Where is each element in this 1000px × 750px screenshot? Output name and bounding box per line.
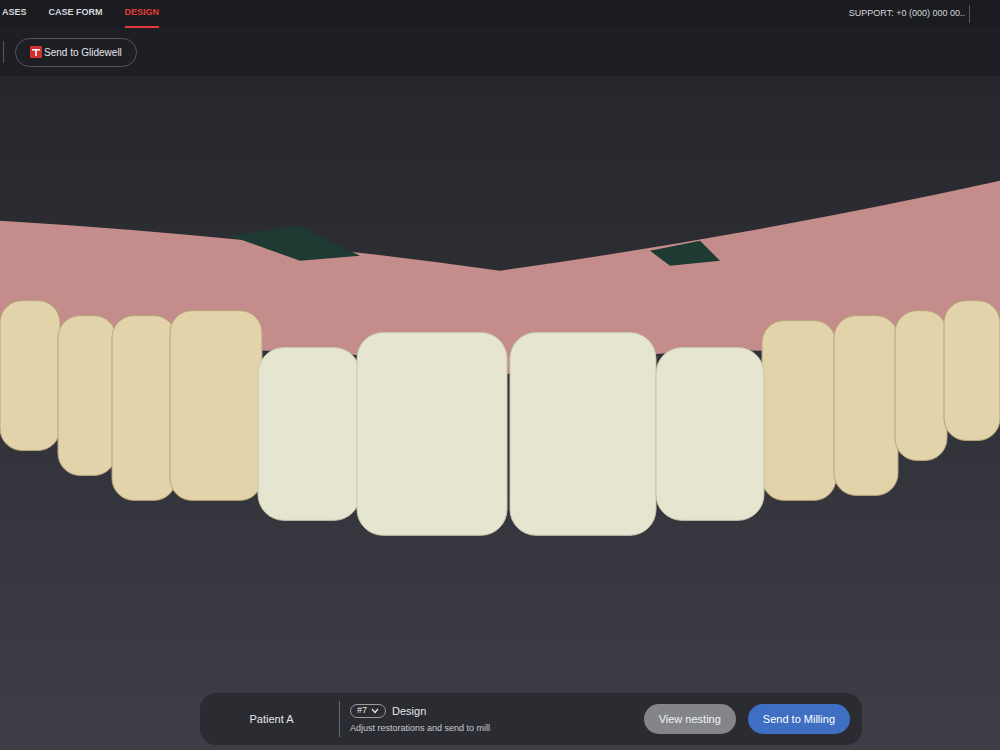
toolbar: Send to Glidewell xyxy=(0,28,1000,76)
bottom-bar: Patient A #7 Design Adjust restorations and… xyxy=(200,693,862,745)
dental-model-view[interactable] xyxy=(0,76,1000,750)
support-phone: SUPPORT: +0 (000) 000 00.. xyxy=(849,7,969,21)
patient-name: Patient A xyxy=(204,711,339,728)
viewport: Patient A #7 Design Adjust restorations and… xyxy=(0,76,1000,750)
tooth-select[interactable]: #7 xyxy=(350,704,386,718)
app: ASES CASE FORM DESIGN SUPPORT: +0 (000) 000… xyxy=(0,0,1000,750)
nav-tab[interactable]: ASES xyxy=(2,0,27,28)
step-hint: Adjust restorations and send to mill xyxy=(350,722,644,736)
top-nav: ASES CASE FORM DESIGN SUPPORT: +0 (000) 000… xyxy=(0,0,1000,28)
nav-tab[interactable]: DESIGN xyxy=(125,0,160,28)
send-to-milling-button[interactable]: Send to Milling xyxy=(748,704,850,735)
view-nesting-button[interactable]: View nesting xyxy=(644,704,736,735)
chevron-down-icon xyxy=(371,708,379,714)
nav-tab[interactable]: CASE FORM xyxy=(49,0,103,28)
glidewell-logo-icon xyxy=(30,46,42,58)
step-title: Design xyxy=(392,703,426,720)
send-to-glidewell-button[interactable]: Send to Glidewell xyxy=(15,38,137,67)
